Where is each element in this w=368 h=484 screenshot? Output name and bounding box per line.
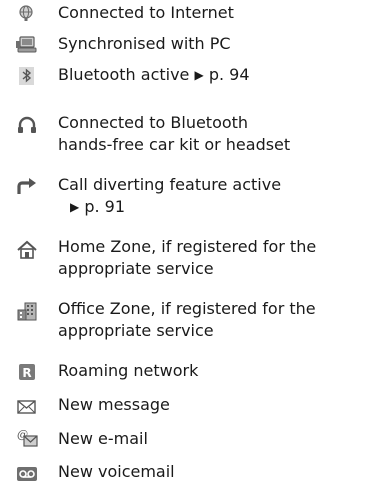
item-text-line: Home Zone, if registered for the [58,237,317,256]
bluetooth-icon [16,66,38,86]
item-text-line: hands-free car kit or headset [58,135,291,154]
voicemail-icon [16,464,38,484]
page-reference: p. 91 [84,197,126,216]
email-icon: @ [16,428,38,448]
item-text: Roaming network [58,361,199,380]
item-text: New e-mail [58,429,148,448]
item-text: New voicemail [58,462,175,481]
page-reference: p. 94 [208,65,250,84]
item-text: Bluetooth active [58,65,190,84]
internet-globe-icon [16,4,38,24]
roaming-icon: R [16,362,38,382]
item-text-line: Office Zone, if registered for the [58,299,316,318]
item-text-line: appropriate service [58,321,214,340]
item-text-line: Connected to Bluetooth [58,113,249,132]
headset-icon [16,116,38,136]
item-text: Connected to Internet [58,3,234,22]
item-text-line: appropriate service [58,259,214,278]
item-text-line: Call diverting feature active [58,175,282,194]
home-zone-icon [16,240,38,260]
svg-text:R: R [22,366,31,380]
item-text: New message [58,395,170,414]
pc-sync-icon [16,35,38,55]
call-divert-icon [16,176,38,196]
page-reference-arrow-icon: ▶ [70,200,80,214]
envelope-icon [16,397,38,417]
office-zone-icon [16,302,38,322]
page-reference-arrow-icon: ▶ [194,68,204,82]
item-text: Synchronised with PC [58,34,231,53]
